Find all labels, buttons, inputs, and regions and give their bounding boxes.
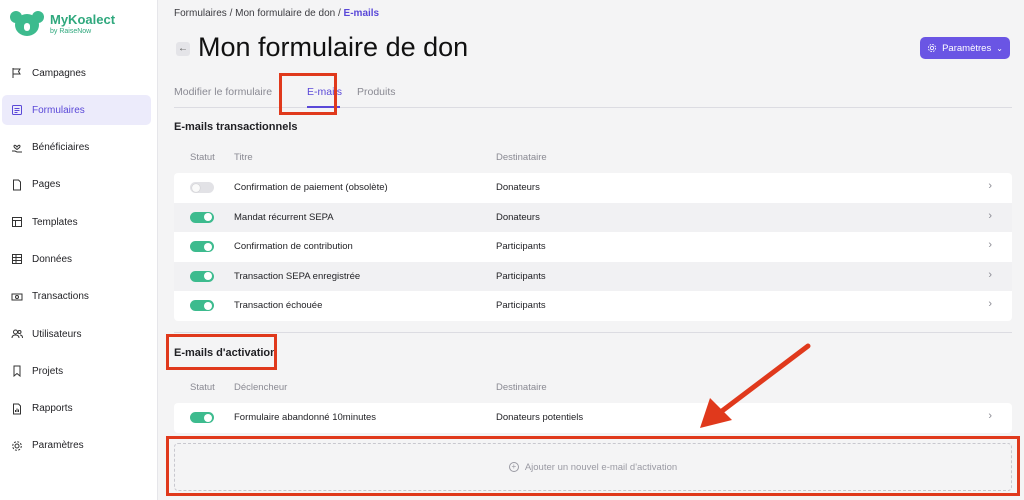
hand-heart-icon — [10, 141, 24, 155]
report-icon — [10, 402, 24, 416]
col-status: Statut — [190, 382, 215, 393]
sidebar-item-parametres[interactable]: Paramètres — [2, 431, 151, 461]
table-row[interactable]: Mandat récurrent SEPA Donateurs › — [174, 202, 1012, 233]
row-recipient: Participants — [496, 300, 546, 312]
chevron-right-icon[interactable]: › — [988, 180, 992, 192]
annotation-highlight-emails-tab — [279, 73, 337, 115]
brand-sub: by RaiseNow — [50, 28, 92, 35]
sidebar-item-pages[interactable]: Pages — [2, 170, 151, 200]
sidebar-item-label: Données — [32, 253, 73, 265]
sidebar-item-label: Paramètres — [32, 440, 84, 452]
row-recipient: Participants — [496, 270, 546, 282]
row-recipient: Donateurs — [496, 211, 540, 223]
parametres-label: Paramètres — [942, 42, 992, 54]
sidebar-item-label: Templates — [32, 216, 78, 228]
transactional-table: Confirmation de paiement (obsolète) Dona… — [174, 173, 1012, 321]
row-recipient: Donateurs — [496, 182, 540, 193]
tab-produits[interactable]: Produits — [357, 86, 396, 98]
col-title: Titre — [234, 152, 253, 163]
row-title: Transaction échouée — [234, 300, 323, 312]
sidebar-item-label: Formulaires — [32, 104, 85, 116]
sidebar-item-utilisateurs[interactable]: Utilisateurs — [2, 319, 151, 349]
sidebar: MyKoalect by RaiseNow Campagnes Formulai… — [0, 0, 158, 500]
sidebar-item-formulaires[interactable]: Formulaires — [2, 95, 151, 126]
sidebar-item-campagnes[interactable]: Campagnes — [2, 58, 151, 88]
row-title: Mandat récurrent SEPA — [234, 211, 334, 223]
table-row[interactable]: Formulaire abandonné 10minutes Donateurs… — [174, 403, 1012, 433]
sidebar-item-label: Projets — [32, 365, 64, 377]
status-toggle[interactable] — [190, 182, 214, 193]
table-row[interactable]: Transaction SEPA enregistrée Participant… — [174, 261, 1012, 292]
col-recipient: Destinataire — [496, 382, 547, 393]
row-title: Confirmation de paiement (obsolète) — [234, 182, 388, 193]
col-status: Statut — [190, 152, 215, 163]
parametres-button[interactable]: Paramètres ⌄ — [920, 37, 1010, 59]
sidebar-item-transactions[interactable]: Transactions — [2, 282, 151, 312]
table-row[interactable]: Confirmation de paiement (obsolète) Dona… — [174, 173, 1012, 203]
tab-modifier-formulaire[interactable]: Modifier le formulaire — [174, 86, 272, 98]
sidebar-item-rapports[interactable]: Rapports — [2, 394, 151, 424]
users-icon — [10, 327, 24, 341]
brand-logo[interactable]: MyKoalect by RaiseNow — [10, 9, 115, 39]
activation-table: Formulaire abandonné 10minutes Donateurs… — [174, 403, 1012, 433]
status-toggle[interactable] — [190, 270, 214, 282]
breadcrumb-separator: / — [229, 8, 233, 19]
breadcrumb: Formulaires / Mon formulaire de don / E-… — [174, 8, 379, 19]
status-toggle[interactable] — [190, 412, 214, 423]
sidebar-item-label: Rapports — [32, 403, 73, 415]
breadcrumb-current: E-mails — [343, 8, 380, 19]
breadcrumb-formulaires[interactable]: Formulaires — [174, 8, 227, 19]
page-title: Mon formulaire de don — [198, 32, 469, 62]
chevron-right-icon[interactable]: › — [988, 298, 992, 310]
page-icon — [10, 178, 24, 192]
section-divider — [174, 332, 1012, 333]
chevron-down-icon: ⌄ — [996, 43, 1003, 53]
annotation-highlight-add-box — [166, 436, 1020, 496]
row-title: Transaction SEPA enregistrée — [234, 270, 361, 282]
row-title: Confirmation de contribution — [234, 241, 353, 253]
sidebar-item-label: Campagnes — [32, 67, 86, 79]
form-icon — [10, 103, 24, 117]
sidebar-item-label: Pages — [32, 179, 61, 191]
table-header: Statut Titre Destinataire — [174, 152, 1012, 172]
brand-name: MyKoalect — [50, 12, 116, 27]
bookmark-icon — [10, 364, 24, 378]
sidebar-item-projets[interactable]: Projets — [2, 356, 151, 386]
section-title-transactional: E-mails transactionnels — [174, 121, 298, 133]
table-row[interactable]: Transaction échouée Participants › — [174, 291, 1012, 321]
chevron-right-icon[interactable]: › — [988, 410, 992, 422]
sidebar-item-label: Bénéficiaires — [32, 142, 90, 154]
chevron-right-icon[interactable]: › — [988, 210, 992, 222]
row-recipient: Participants — [496, 241, 546, 253]
col-recipient: Destinataire — [496, 152, 547, 163]
flag-icon — [10, 66, 24, 80]
chevron-right-icon[interactable]: › — [988, 269, 992, 281]
sidebar-item-donnees[interactable]: Données — [2, 244, 151, 274]
row-title: Formulaire abandonné 10minutes — [234, 412, 377, 423]
gear-icon — [928, 43, 937, 53]
table-icon — [10, 252, 24, 266]
gear-icon — [10, 439, 24, 453]
table-row[interactable]: Confirmation de contribution Participant… — [174, 232, 1012, 262]
annotation-highlight-activation-title — [166, 334, 277, 370]
breadcrumb-form[interactable]: Mon formulaire de don — [235, 8, 335, 19]
table-header: Statut Déclencheur Destinataire — [174, 382, 1012, 402]
status-toggle[interactable] — [190, 241, 214, 253]
breadcrumb-separator: / — [337, 8, 341, 19]
sidebar-item-beneficiaires[interactable]: Bénéficiaires — [2, 133, 151, 163]
status-toggle[interactable] — [190, 211, 214, 223]
chevron-right-icon[interactable]: › — [988, 239, 992, 251]
row-recipient: Donateurs potentiels — [496, 412, 584, 423]
sidebar-item-templates[interactable]: Templates — [2, 207, 151, 237]
money-icon — [10, 290, 24, 304]
back-arrow-icon[interactable]: ← — [176, 42, 190, 56]
annotation-arrow — [700, 343, 811, 428]
status-toggle[interactable] — [190, 300, 214, 312]
sidebar-item-label: Utilisateurs — [32, 328, 82, 340]
koala-logo-icon — [10, 9, 44, 39]
template-icon — [10, 215, 24, 229]
sidebar-nav: Campagnes Formulaires Bénéficiaires Page… — [2, 58, 151, 468]
sidebar-item-label: Transactions — [32, 291, 89, 303]
col-trigger: Déclencheur — [234, 382, 288, 393]
